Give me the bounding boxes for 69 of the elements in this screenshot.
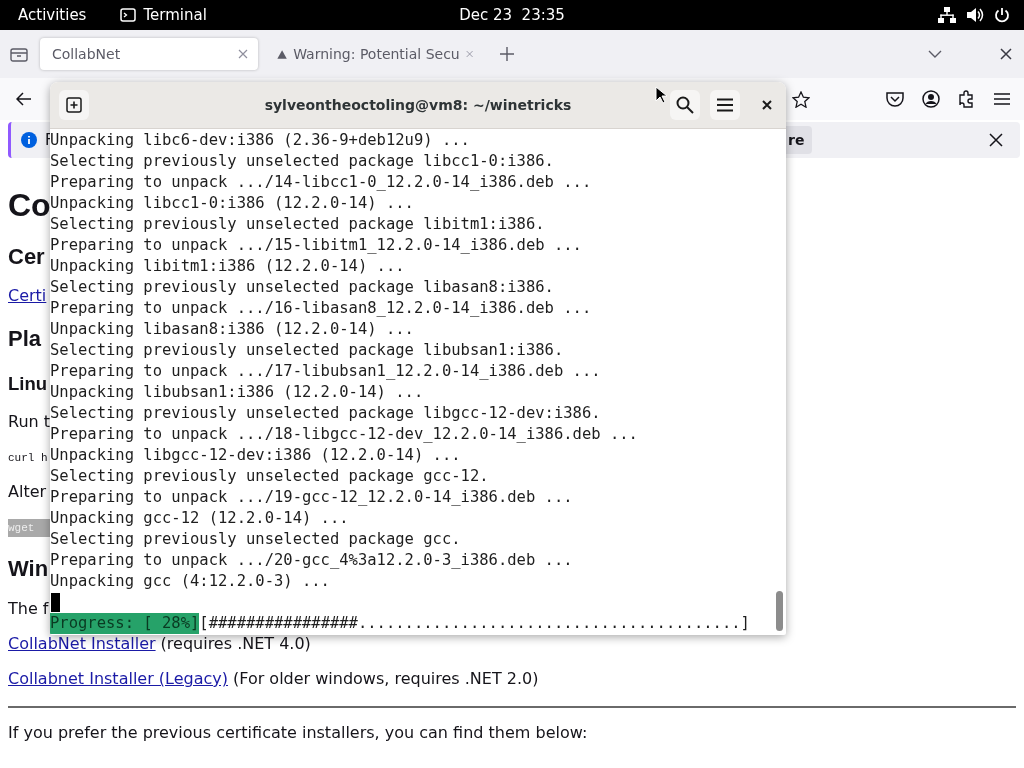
terminal-line: Unpacking gcc (4:12.2.0-3) ...	[50, 571, 331, 592]
tab-list-icon[interactable]	[10, 46, 28, 62]
account-icon[interactable]	[922, 90, 940, 108]
section-heading: Win	[8, 555, 49, 583]
progress-bar-text: [################.........................................]	[199, 613, 750, 634]
terminal-line: Selecting previously unselected package libasan8:i386.	[50, 277, 555, 298]
terminal-icon	[120, 8, 137, 22]
window-title: sylveontheoctoling@vm8: ~/winetricks	[264, 97, 572, 113]
menu-button[interactable]	[710, 90, 740, 120]
scrollbar-thumb[interactable]	[776, 591, 783, 631]
chevron-down-icon[interactable]	[928, 50, 942, 58]
terminal-line: Preparing to unpack .../19-gcc-12_12.2.0-14_i386.deb ...	[50, 487, 574, 508]
paragraph: Alter	[8, 481, 47, 503]
browser-tab[interactable]: CollabNet	[40, 38, 258, 70]
activities-button[interactable]: Activities	[18, 6, 87, 24]
terminal-line: Unpacking libgcc-12-dev:i386 (12.2.0-14) ...	[50, 445, 462, 466]
menu-icon	[717, 98, 733, 112]
terminal-line: Selecting previously unselected package gcc-12.	[50, 466, 490, 487]
terminal-line: Preparing to unpack .../14-libcc1-0_12.2.0-14_i386.deb ...	[50, 172, 593, 193]
section-heading: Cer	[8, 243, 45, 271]
terminal-line: Selecting previously unselected package libitm1:i386.	[50, 214, 546, 235]
terminal-line: Selecting previously unselected package libgcc-12-dev:i386.	[50, 403, 602, 422]
download-link[interactable]: Collabnet Installer (Legacy)	[8, 668, 228, 690]
paragraph: If you prefer the previous certificate installers, you can find them below:	[8, 722, 588, 744]
mouse-pointer-icon	[655, 86, 667, 104]
terminal-line: Unpacking libasan8:i386 (12.2.0-14) ...	[50, 319, 415, 340]
terminal-line: Unpacking libcc1-0:i386 (12.2.0-14) ...	[50, 193, 415, 214]
power-icon[interactable]	[994, 7, 1010, 23]
extension-icon[interactable]	[958, 90, 976, 108]
subsection-heading: Linu	[8, 372, 48, 396]
close-icon[interactable]	[762, 100, 772, 110]
code-line: curl h	[8, 451, 48, 466]
section-heading: Pla	[8, 325, 42, 353]
terminal-line: Preparing to unpack .../20-gcc_4%3a12.2.0-3_i386.deb ...	[50, 550, 574, 571]
notification-button[interactable]: re	[786, 126, 812, 154]
search-icon	[676, 96, 694, 114]
download-link[interactable]: CollabNet Installer	[8, 633, 156, 655]
paragraph: The f	[8, 598, 49, 620]
network-icon[interactable]	[938, 7, 956, 23]
browser-tab[interactable]: Warning: Potential Secu	[265, 38, 483, 70]
new-tab-icon	[66, 97, 82, 113]
app-menu[interactable]: Terminal	[143, 6, 207, 24]
terminal-line: Selecting previously unselected package libubsan1:i386.	[50, 340, 565, 361]
search-button[interactable]	[670, 90, 700, 120]
terminal-line: Unpacking libubsan1:i386 (12.2.0-14) ...	[50, 382, 425, 403]
progress-label: Progress: [ 28%]	[50, 613, 200, 634]
paragraph: Run t	[8, 412, 51, 431]
menu-icon[interactable]	[994, 92, 1010, 106]
page-heading: Co	[8, 186, 51, 225]
clock[interactable]: Dec 23 23:35	[459, 6, 565, 24]
volume-icon[interactable]	[966, 7, 984, 23]
download-link[interactable]: Certi	[8, 285, 47, 307]
terminal-line: Selecting previously unselected package libcc1-0:i386.	[50, 151, 555, 172]
star-icon[interactable]	[792, 90, 810, 108]
close-icon[interactable]	[989, 133, 1003, 147]
close-icon[interactable]	[1000, 48, 1012, 60]
pocket-icon[interactable]	[886, 91, 904, 107]
terminal-line: Preparing to unpack .../18-libgcc-12-dev_12.2.0-14_i386.deb ...	[50, 425, 639, 445]
terminal-line: Unpacking libitm1:i386 (12.2.0-14) ...	[50, 256, 406, 277]
terminal-line: Preparing to unpack .../16-libasan8_12.2.0-14_i386.deb ...	[50, 298, 593, 319]
new-tab-button[interactable]	[59, 90, 89, 120]
new-tab-icon[interactable]	[500, 47, 514, 61]
terminal-line: Preparing to unpack .../15-libitm1_12.2.0-14_i386.deb ...	[50, 235, 583, 256]
back-icon[interactable]	[16, 92, 32, 106]
link-note: (For older windows, requires .NET 2.0)	[233, 668, 539, 690]
cursor	[51, 593, 60, 612]
terminal-line: Preparing to unpack .../17-libubsan1_12.2.0-14_i386.deb ...	[50, 361, 602, 382]
link-note: (requires .NET 4.0)	[160, 633, 311, 655]
info-icon	[21, 132, 37, 148]
